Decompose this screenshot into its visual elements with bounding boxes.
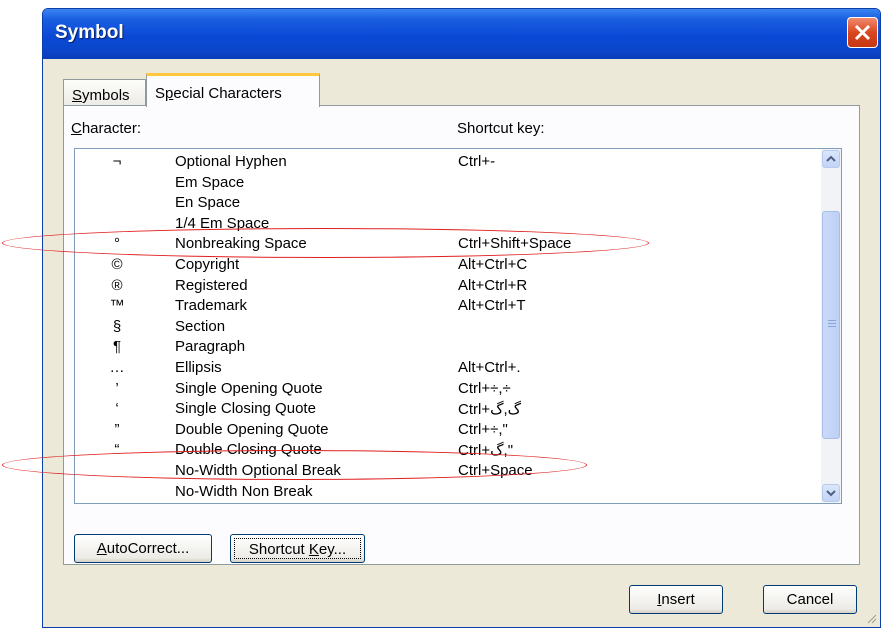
row-shortcut: Ctrl+گ," xyxy=(458,442,514,460)
autocorrect-mnemonic: A xyxy=(96,540,107,557)
shortcut-key-mnemonic: K xyxy=(308,541,319,558)
row-name: Copyright xyxy=(175,256,240,273)
title-bar[interactable]: Symbol xyxy=(43,9,880,59)
row-shortcut: Ctrl+- xyxy=(458,153,496,170)
list-item[interactable]: En Space xyxy=(75,194,820,214)
row-symbol: … xyxy=(109,359,125,376)
row-name: Double Opening Quote xyxy=(175,420,329,438)
symbol-dialog: Symbol Symbols Special Characters Charac… xyxy=(42,8,881,628)
special-characters-panel: Character: Shortcut key: ¬ Optional Hyphe… xyxy=(63,105,860,565)
autocorrect-label: utoCorrect... xyxy=(106,540,190,557)
row-symbol: ‘ xyxy=(115,400,119,418)
special-characters-list[interactable]: ¬ Optional Hyphen Ctrl+- Em Space En Space 1/… xyxy=(74,148,842,504)
list-item[interactable]: … Ellipsis Alt+Ctrl+. xyxy=(75,359,820,379)
row-shortcut: Alt+Ctrl+. xyxy=(458,359,521,376)
row-symbol: ¶ xyxy=(112,338,122,356)
tab-symbols[interactable]: Symbols xyxy=(63,79,146,106)
tab-symbols-mnemonic: S xyxy=(72,87,83,104)
row-name: Em Space xyxy=(175,173,245,191)
scroll-down-button[interactable] xyxy=(822,484,840,502)
shortcut-key-button[interactable]: Shortcut Key... xyxy=(230,534,365,563)
list-item[interactable]: ® Registered Alt+Ctrl+R xyxy=(75,277,820,297)
list-item[interactable]: ° Nonbreaking Space Ctrl+Shift+Space xyxy=(75,235,820,255)
list-item[interactable]: ” Double Opening Quote Ctrl+÷," xyxy=(75,421,820,441)
list-item[interactable]: ’ Single Opening Quote Ctrl+÷,÷ xyxy=(75,380,820,400)
row-shortcut: Alt+Ctrl+R xyxy=(458,276,528,294)
window-title: Symbol xyxy=(55,22,124,43)
shortcut-key-pre: Shortcut xyxy=(248,541,309,558)
row-shortcut: Ctrl+÷,÷ xyxy=(458,379,511,397)
chevron-down-icon xyxy=(826,490,836,497)
row-symbol: ® xyxy=(111,276,123,294)
character-header-label: haracter: xyxy=(81,120,142,137)
thumb-grip-line xyxy=(828,320,836,321)
row-name: Paragraph xyxy=(175,338,246,356)
shortcut-column-header: Shortcut key: xyxy=(457,120,545,137)
row-symbol: ™ xyxy=(109,297,125,315)
chevron-up-icon xyxy=(826,155,836,162)
row-symbol: ” xyxy=(114,420,120,438)
row-name: Double Closing Quote xyxy=(175,441,322,459)
row-name: No-Width Optional Break xyxy=(175,462,341,479)
row-symbol: © xyxy=(111,256,123,273)
row-name: Nonbreaking Space xyxy=(175,235,307,253)
row-shortcut: Ctrl+Space xyxy=(458,462,533,479)
row-symbol: “ xyxy=(114,441,120,459)
list-item[interactable]: § Section xyxy=(75,318,820,338)
shortcut-key-label: ey... xyxy=(318,541,347,558)
list-item[interactable]: ‘ Single Closing Quote Ctrl+گ,گ xyxy=(75,400,820,420)
focus-rect: Shortcut Key... xyxy=(234,538,361,559)
insert-label: nsert xyxy=(661,591,695,608)
row-symbol: ¬ xyxy=(112,153,122,170)
resize-grip-icon[interactable] xyxy=(865,612,877,624)
insert-button[interactable]: Insert xyxy=(629,585,723,614)
row-shortcut: Ctrl+Shift+Space xyxy=(458,235,572,253)
tab-special-label: ecial Characters xyxy=(173,85,282,102)
autocorrect-button[interactable]: AutoCorrect... xyxy=(74,534,212,563)
close-icon xyxy=(854,24,871,41)
row-name: Section xyxy=(175,317,226,335)
scroll-up-button[interactable] xyxy=(822,150,840,168)
vertical-scrollbar[interactable] xyxy=(821,149,841,503)
row-name: Registered xyxy=(175,276,248,294)
row-shortcut: Alt+Ctrl+C xyxy=(458,256,528,273)
tab-special-pre: S xyxy=(155,85,166,102)
row-symbol: § xyxy=(112,317,122,335)
tab-special-characters[interactable]: Special Characters xyxy=(146,73,320,107)
row-shortcut: Alt+Ctrl+T xyxy=(458,297,526,315)
thumb-grip-line xyxy=(828,326,836,327)
row-name: Optional Hyphen xyxy=(175,153,287,170)
row-name: En Space xyxy=(175,194,241,212)
scroll-thumb[interactable] xyxy=(822,211,840,439)
list-item[interactable]: No-Width Optional Break Ctrl+Space xyxy=(75,462,820,482)
row-name: Ellipsis xyxy=(175,359,222,376)
row-name: Trademark xyxy=(175,297,247,315)
cancel-button[interactable]: Cancel xyxy=(763,585,857,614)
row-name: Single Closing Quote xyxy=(175,400,316,418)
row-name: Single Opening Quote xyxy=(175,379,323,397)
tab-symbols-label: ymbols xyxy=(82,87,130,104)
thumb-grip-line xyxy=(828,323,836,324)
list-item[interactable]: No-Width Non Break xyxy=(75,483,820,503)
list-item[interactable]: ¶ Paragraph xyxy=(75,338,820,358)
close-button[interactable] xyxy=(847,17,878,48)
list-item[interactable]: ™ Trademark Alt+Ctrl+T xyxy=(75,297,820,317)
row-name: No-Width Non Break xyxy=(175,482,313,500)
list-item[interactable]: Em Space xyxy=(75,174,820,194)
row-shortcut: Ctrl+÷," xyxy=(458,420,508,438)
row-name: 1/4 Em Space xyxy=(175,214,270,232)
list-item[interactable]: ¬ Optional Hyphen Ctrl+- xyxy=(75,153,820,173)
row-shortcut: Ctrl+گ,گ xyxy=(458,401,522,419)
list-item[interactable]: © Copyright Alt+Ctrl+C xyxy=(75,256,820,276)
list-item[interactable]: “ Double Closing Quote Ctrl+گ," xyxy=(75,441,820,461)
character-header-mnemonic: C xyxy=(71,120,82,137)
row-symbol: ° xyxy=(114,235,120,253)
row-symbol: ’ xyxy=(115,379,119,397)
character-column-header: Character: xyxy=(71,120,141,137)
list-item[interactable]: 1/4 Em Space xyxy=(75,215,820,235)
